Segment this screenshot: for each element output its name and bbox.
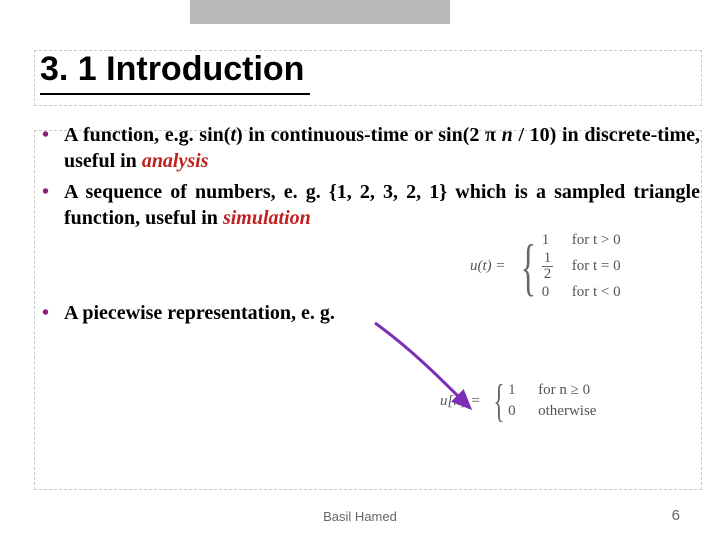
math-cases: 1for t > 0 12for t = 0 0for t < 0 xyxy=(542,230,621,303)
case-condition: for t > 0 xyxy=(562,232,621,248)
footer-author: Basil Hamed xyxy=(0,509,720,524)
pi-symbol: π xyxy=(485,124,496,146)
fraction-num: 1 xyxy=(542,251,554,267)
text: A sequence of numbers, e. g. {1, 2, 3, 2… xyxy=(64,181,700,229)
slide-title: 3. 1 Introduction xyxy=(40,50,310,95)
math-lhs: u(t) = xyxy=(470,258,510,275)
keyword-analysis: analysis xyxy=(142,150,209,172)
text: A piecewise representation, e. g. xyxy=(64,302,335,324)
footer-page-number: 6 xyxy=(672,507,680,524)
var-n: n xyxy=(496,124,513,146)
text: A function, e.g. sin( xyxy=(64,124,230,146)
case-condition: for t < 0 xyxy=(562,284,621,300)
case-value: 1 xyxy=(542,230,562,251)
bullet-item-sequence: A sequence of numbers, e. g. {1, 2, 3, 2… xyxy=(40,180,700,231)
case-value: 0 xyxy=(542,282,562,303)
math-u-of-t: u(t) = { 1for t > 0 12for t = 0 0for t <… xyxy=(470,230,670,303)
fraction-den: 2 xyxy=(542,267,554,282)
text: ) in continuous-time or sin(2 xyxy=(236,124,485,146)
left-brace-icon: { xyxy=(521,241,536,292)
arrow-icon xyxy=(370,318,540,438)
bullet-item-function: A function, e.g. sin(t) in continuous-ti… xyxy=(40,123,700,174)
decorative-top-bar xyxy=(190,0,450,24)
fraction: 12 xyxy=(542,251,554,282)
case-condition: for t = 0 xyxy=(562,258,621,274)
keyword-simulation: simulation xyxy=(223,207,311,229)
